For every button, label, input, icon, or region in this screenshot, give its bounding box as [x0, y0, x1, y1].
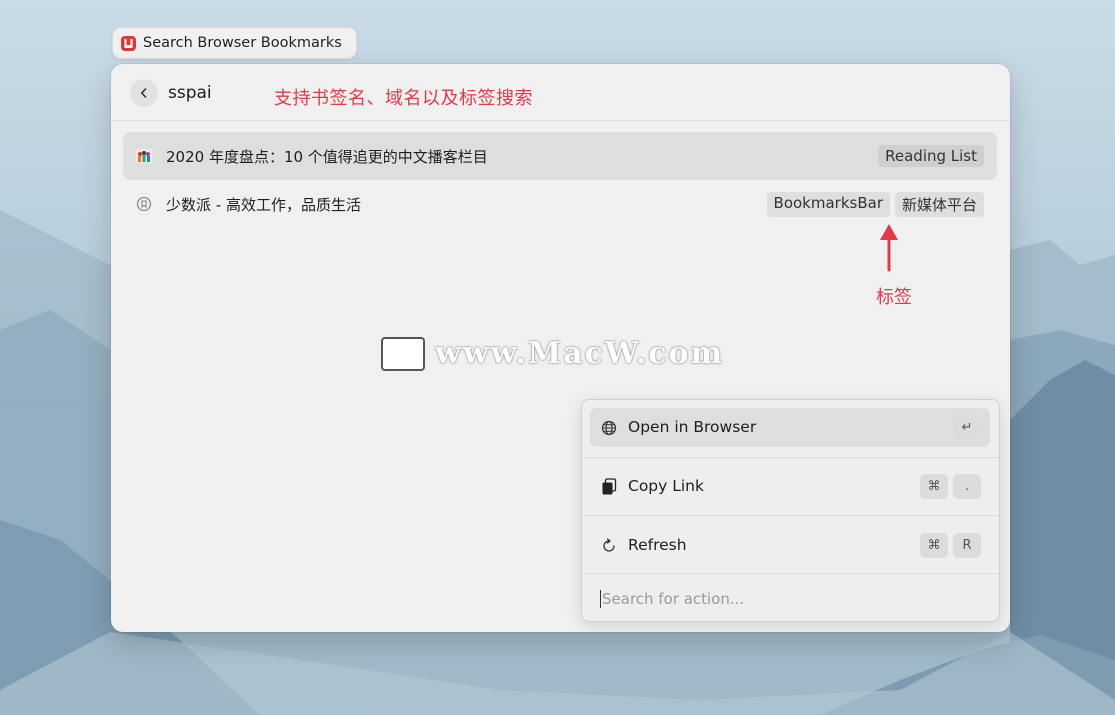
watermark: www.MacW.com	[381, 336, 724, 371]
app-icon	[121, 35, 136, 51]
action-search-input[interactable]: Search for action...	[600, 590, 744, 608]
result-row[interactable]: 2020 年度盘点：10 个值得追更的中文播客栏目 Reading List	[123, 132, 997, 180]
extension-title-chip: Search Browser Bookmarks	[112, 27, 357, 59]
search-input[interactable]: sspai	[168, 83, 212, 103]
action-copy-link[interactable]: Copy Link ⌘ .	[582, 458, 999, 516]
tag-bookmarksbar: BookmarksBar	[766, 191, 890, 217]
tag-new-media: 新媒体平台	[894, 191, 984, 217]
action-refresh[interactable]: Refresh ⌘ R	[582, 516, 999, 574]
action-label: Open in Browser	[628, 418, 757, 436]
annotation-tag-label: 标签	[876, 287, 912, 308]
key-command: ⌘	[920, 474, 948, 499]
shortcut-keys: ↵	[953, 415, 981, 440]
refresh-icon	[600, 537, 618, 555]
result-tags: BookmarksBar 新媒体平台	[766, 191, 984, 217]
action-label: Refresh	[628, 536, 687, 554]
search-bar: sspai 支持书签名、域名以及标签搜索	[111, 64, 1010, 121]
chevron-left-icon	[141, 88, 147, 98]
result-title: 2020 年度盘点：10 个值得追更的中文播客栏目	[166, 147, 488, 166]
podcast-favicon-icon	[135, 147, 153, 165]
sspai-favicon-icon	[135, 195, 153, 213]
result-row[interactable]: 少数派 - 高效工作，品质生活 BookmarksBar 新媒体平台	[123, 180, 997, 228]
shortcut-keys: ⌘ R	[920, 533, 981, 558]
key-period: .	[953, 474, 981, 499]
tag-reading-list: Reading List	[878, 145, 984, 167]
key-return: ↵	[953, 415, 981, 440]
watermark-logo-icon	[381, 336, 425, 371]
action-label: Copy Link	[628, 477, 704, 495]
result-title: 少数派 - 高效工作，品质生活	[166, 195, 361, 214]
main-window: sspai 支持书签名、域名以及标签搜索 2020 年度盘点：10 个值得追更的…	[111, 64, 1010, 632]
action-open-in-browser[interactable]: Open in Browser ↵	[582, 400, 999, 458]
action-panel: Open in Browser ↵ Copy Link ⌘ . Refresh …	[581, 399, 1000, 622]
annotation-search-hint: 支持书签名、域名以及标签搜索	[274, 88, 533, 109]
globe-icon	[600, 419, 618, 437]
watermark-text: www.MacW.com	[435, 336, 725, 371]
key-r: R	[953, 533, 981, 558]
annotation-arrow-icon	[880, 224, 898, 272]
key-command: ⌘	[920, 533, 948, 558]
shortcut-keys: ⌘ .	[920, 474, 981, 499]
back-button[interactable]	[130, 79, 158, 107]
copy-icon	[600, 478, 618, 496]
window-title: Search Browser Bookmarks	[143, 35, 342, 51]
result-tags: Reading List	[878, 145, 984, 167]
